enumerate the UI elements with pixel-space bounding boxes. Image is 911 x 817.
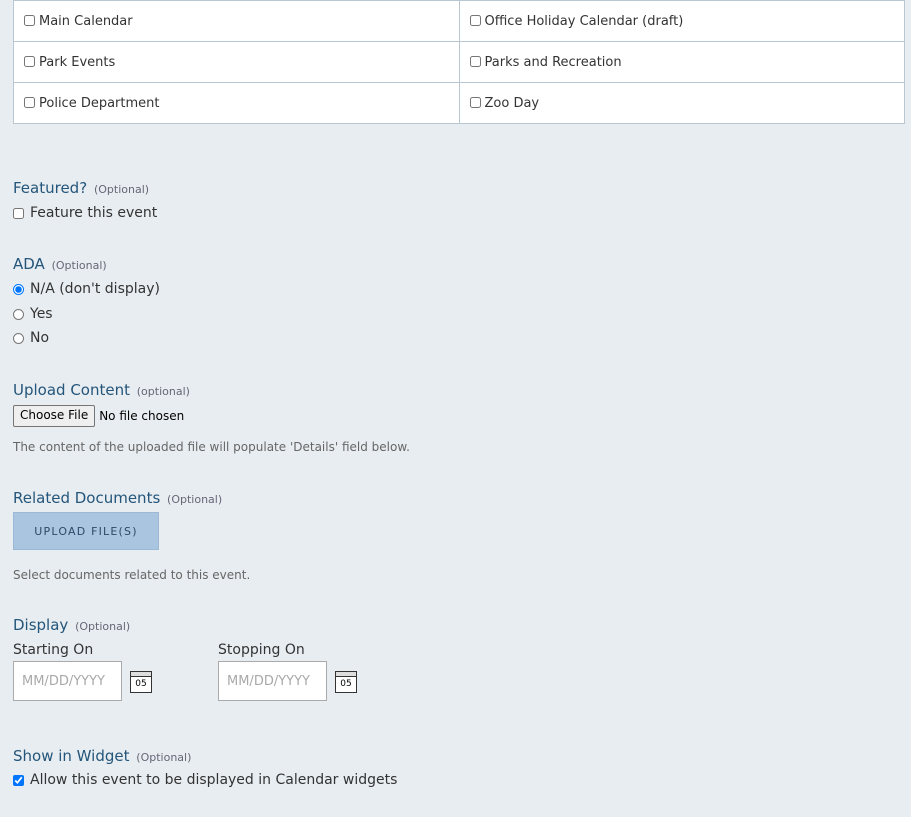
calendar-option-parks-recreation[interactable]: Parks and Recreation (458, 41, 905, 83)
file-status: No file chosen (99, 409, 185, 423)
calendar-checkbox[interactable] (469, 14, 481, 26)
calendar-option-park-events[interactable]: Park Events (13, 41, 460, 83)
ada-title: ADA (Optional) (13, 255, 107, 273)
starting-on-input[interactable] (13, 661, 122, 701)
ada-radio-na[interactable] (13, 283, 24, 295)
upload-files-button[interactable]: UPLOAD FILE(S) (13, 512, 159, 550)
show-in-widget-title: Show in Widget (Optional) (13, 747, 192, 765)
calendar-icon[interactable]: 05 (130, 671, 152, 693)
calendar-option-office-holiday[interactable]: Office Holiday Calendar (draft) (458, 0, 905, 42)
display-title: Display (Optional) (13, 616, 131, 634)
calendar-option-zoo-day[interactable]: Zoo Day (458, 82, 905, 124)
optional-tag: (Optional) (93, 183, 150, 196)
table-row: Park Events Parks and Recreation (13, 41, 905, 83)
featured-title: Featured? (Optional) (13, 179, 150, 197)
stopping-on-input[interactable] (218, 661, 327, 701)
ada-option-yes[interactable]: Yes (13, 306, 53, 322)
optional-tag: (Optional) (167, 493, 223, 506)
ada-radio-yes[interactable] (13, 308, 24, 320)
choose-file-button[interactable]: Choose File (13, 405, 96, 427)
optional-tag: (Optional) (51, 259, 107, 272)
calendar-checkbox[interactable] (24, 14, 35, 26)
widget-display-checkbox[interactable] (13, 774, 24, 786)
calendar-selection-table: Main Calendar Office Holiday Calendar (d… (13, 0, 905, 124)
related-documents-title: Related Documents (Optional) (13, 489, 223, 507)
upload-content-title: Upload Content (optional) (13, 381, 190, 399)
optional-tag: (Optional) (75, 620, 131, 633)
table-row: Main Calendar Office Holiday Calendar (d… (13, 0, 905, 42)
calendar-option-main[interactable]: Main Calendar (13, 0, 460, 42)
starting-on-label: Starting On (13, 642, 94, 658)
file-upload-control: Choose File No file chosen (13, 405, 184, 427)
stopping-on-label: Stopping On (218, 642, 305, 658)
calendar-option-police[interactable]: Police Department (13, 82, 460, 124)
table-row: Police Department Zoo Day (13, 82, 905, 124)
feature-event-checkbox[interactable] (13, 207, 24, 219)
calendar-checkbox[interactable] (469, 55, 481, 67)
related-documents-help: Select documents related to this event. (13, 568, 251, 582)
calendar-checkbox[interactable] (24, 55, 35, 67)
ada-option-no[interactable]: No (13, 330, 49, 346)
ada-option-na[interactable]: N/A (don't display) (13, 281, 160, 297)
optional-tag: (Optional) (136, 751, 192, 764)
feature-event-option[interactable]: Feature this event (13, 205, 157, 221)
widget-display-option[interactable]: Allow this event to be displayed in Cale… (13, 772, 397, 788)
upload-content-help: The content of the uploaded file will po… (13, 440, 410, 454)
optional-tag: (optional) (136, 385, 190, 398)
calendar-icon[interactable]: 05 (335, 671, 357, 693)
calendar-checkbox[interactable] (24, 96, 35, 108)
calendar-checkbox[interactable] (469, 96, 481, 108)
ada-radio-no[interactable] (13, 332, 24, 344)
